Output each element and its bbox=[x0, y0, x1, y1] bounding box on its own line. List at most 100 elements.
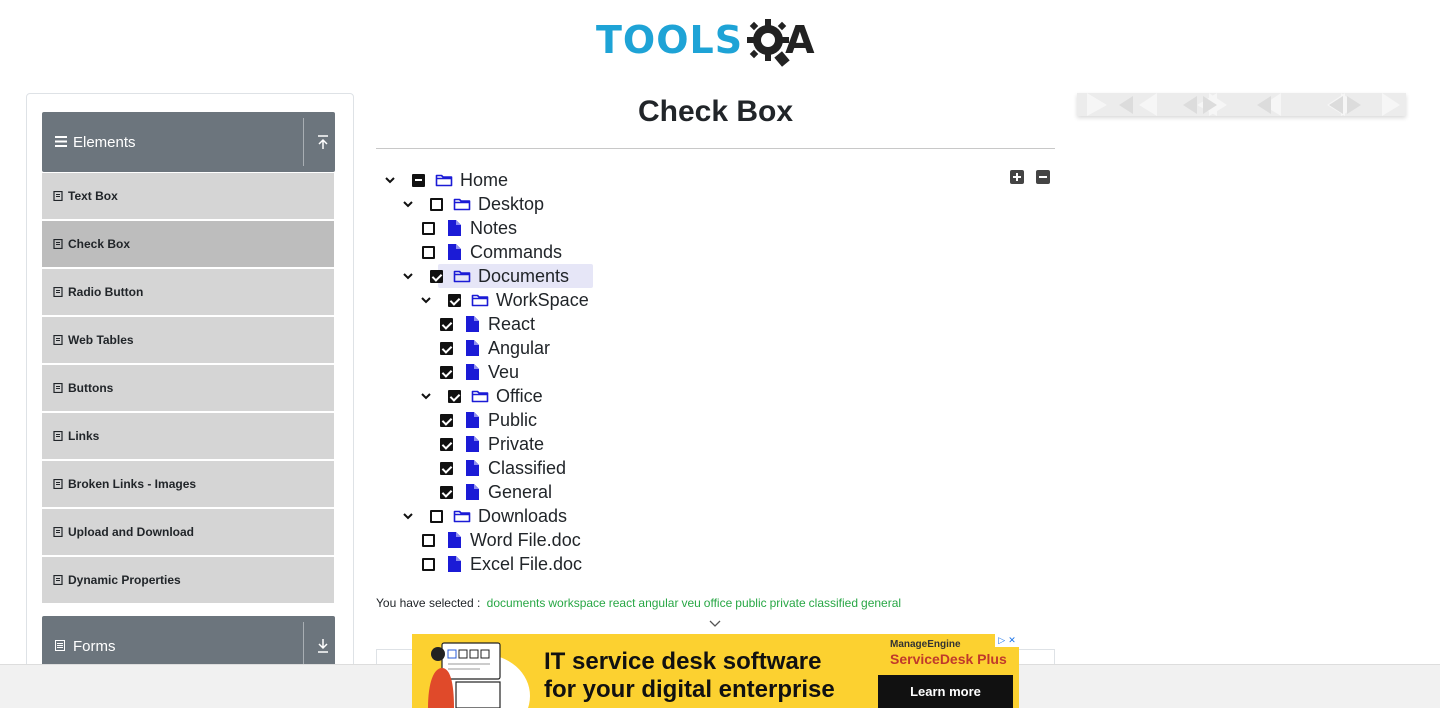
collapse-arrow-icon[interactable] bbox=[315, 132, 331, 152]
tree-node-notes: Notes bbox=[422, 216, 517, 240]
tree-node-veu: Veu bbox=[440, 360, 519, 384]
tree-checkbox[interactable] bbox=[440, 341, 453, 355]
collapse-all-button[interactable] bbox=[1036, 170, 1050, 184]
chevron-down-icon[interactable] bbox=[382, 172, 398, 188]
expand-all-button[interactable] bbox=[1010, 170, 1024, 184]
list-item-icon bbox=[53, 239, 63, 249]
list-item-icon bbox=[53, 431, 63, 441]
ad-close-icon[interactable]: ✕ bbox=[1008, 635, 1016, 646]
chevron-down-icon[interactable] bbox=[418, 388, 434, 404]
file-icon bbox=[445, 219, 463, 237]
tree-node-home: Home bbox=[382, 168, 508, 192]
chevron-down-icon[interactable] bbox=[400, 196, 416, 212]
result-label: You have selected : bbox=[376, 596, 481, 610]
tree-node-label[interactable]: Documents bbox=[478, 266, 569, 287]
ad-strip-pattern bbox=[1087, 93, 1400, 116]
sidebar-item-check-box[interactable]: Check Box bbox=[42, 221, 334, 267]
sidebar-item-web-tables[interactable]: Web Tables bbox=[42, 317, 334, 363]
tree-node-label[interactable]: General bbox=[488, 482, 552, 503]
list-item-icon bbox=[53, 479, 63, 489]
tree-node-label[interactable]: Classified bbox=[488, 458, 566, 479]
tree-node-public: Public bbox=[440, 408, 537, 432]
tree-checkbox[interactable] bbox=[422, 245, 435, 259]
tree-node-excel-file-doc: Excel File.doc bbox=[422, 552, 582, 576]
sidebar-item-buttons[interactable]: Buttons bbox=[42, 365, 334, 411]
tree-checkbox[interactable] bbox=[422, 557, 435, 571]
file-icon bbox=[463, 435, 481, 453]
sidebar-item-text-box[interactable]: Text Box bbox=[42, 173, 334, 219]
tree-checkbox[interactable] bbox=[440, 485, 453, 499]
tree-node-label[interactable]: Commands bbox=[470, 242, 562, 263]
tree-checkbox[interactable] bbox=[422, 533, 435, 547]
tree-node-general: General bbox=[440, 480, 552, 504]
selected-item: general bbox=[861, 596, 902, 610]
logo-text: TOOLS bbox=[596, 18, 744, 62]
tree-node-label[interactable]: Excel File.doc bbox=[470, 554, 582, 575]
sidebar: Elements Text Box Check Box Radio Button We… bbox=[26, 93, 354, 708]
banner-brand-product: ServiceDesk Plus bbox=[890, 651, 1007, 667]
tree-node-label[interactable]: Angular bbox=[488, 338, 550, 359]
folder-icon bbox=[471, 291, 489, 309]
toolsqa-logo[interactable]: TOOLS A bbox=[596, 12, 815, 68]
sidebar-item-upload-and-download[interactable]: Upload and Download bbox=[42, 509, 334, 555]
file-icon bbox=[463, 339, 481, 357]
tree-node-label[interactable]: Office bbox=[496, 386, 543, 407]
sidebar-item-links[interactable]: Links bbox=[42, 413, 334, 459]
file-icon bbox=[463, 411, 481, 429]
tree-checkbox[interactable] bbox=[412, 173, 425, 187]
ad-strip bbox=[1077, 93, 1406, 116]
tree-checkbox[interactable] bbox=[440, 317, 453, 331]
tree-node-label[interactable]: Veu bbox=[488, 362, 519, 383]
tree-checkbox[interactable] bbox=[422, 221, 435, 235]
tree-node-label[interactable]: Desktop bbox=[478, 194, 544, 215]
expand-arrow-icon[interactable] bbox=[315, 636, 331, 656]
tree-checkbox[interactable] bbox=[440, 461, 453, 475]
tree-node-private: Private bbox=[440, 432, 544, 456]
banner-brand-company: ManageEngine bbox=[890, 639, 961, 650]
tree-node-commands: Commands bbox=[422, 240, 562, 264]
tree-checkbox[interactable] bbox=[440, 365, 453, 379]
sidebar-item-label: Buttons bbox=[68, 381, 114, 395]
sidebar-item-label: Broken Links - Images bbox=[68, 477, 197, 491]
tree-checkbox[interactable] bbox=[440, 413, 453, 427]
ad-info-icon[interactable]: ▷ bbox=[998, 635, 1005, 646]
list-item-icon bbox=[53, 335, 63, 345]
selected-item: office bbox=[703, 596, 733, 610]
file-icon bbox=[445, 243, 463, 261]
tree-node-label[interactable]: Downloads bbox=[478, 506, 567, 527]
ad-banner[interactable]: IT service desk software for your digita… bbox=[412, 634, 1019, 708]
sidebar-item-broken-links-images[interactable]: Broken Links - Images bbox=[42, 461, 334, 507]
tree-node-label[interactable]: Public bbox=[488, 410, 537, 431]
tree-node-label[interactable]: Word File.doc bbox=[470, 530, 581, 551]
group-label-elements: Elements bbox=[73, 133, 136, 151]
tree-node-label[interactable]: React bbox=[488, 314, 535, 335]
tree-checkbox[interactable] bbox=[448, 293, 461, 307]
tree-node-label[interactable]: Private bbox=[488, 434, 544, 455]
list-item-icon bbox=[53, 575, 63, 585]
learn-more-button[interactable]: Learn more bbox=[878, 675, 1013, 708]
group-header-elements[interactable]: Elements bbox=[42, 112, 335, 172]
ad-close-controls[interactable]: ▷ ✕ bbox=[995, 634, 1019, 647]
chevron-down-icon[interactable] bbox=[400, 268, 416, 284]
group-separator bbox=[303, 118, 304, 166]
file-icon bbox=[445, 555, 463, 573]
sidebar-item-label: Radio Button bbox=[68, 285, 144, 299]
tree-node-classified: Classified bbox=[440, 456, 566, 480]
tree-node-documents: Documents bbox=[400, 264, 569, 288]
tree-toolbar bbox=[1010, 170, 1050, 184]
tree-node-label[interactable]: WorkSpace bbox=[496, 290, 589, 311]
tree-node-label[interactable]: Home bbox=[460, 170, 508, 191]
sidebar-item-radio-button[interactable]: Radio Button bbox=[42, 269, 334, 315]
sidebar-item-dynamic-properties[interactable]: Dynamic Properties bbox=[42, 557, 334, 603]
chevron-down-icon[interactable] bbox=[400, 508, 416, 524]
tree-checkbox[interactable] bbox=[440, 437, 453, 451]
tree-checkbox[interactable] bbox=[430, 269, 443, 283]
tree-checkbox[interactable] bbox=[448, 389, 461, 403]
tree-checkbox[interactable] bbox=[430, 197, 443, 211]
tree-checkbox[interactable] bbox=[430, 509, 443, 523]
selected-item: public bbox=[735, 596, 767, 610]
chevron-down-icon[interactable] bbox=[418, 292, 434, 308]
tree-node-label[interactable]: Notes bbox=[470, 218, 517, 239]
file-icon bbox=[445, 531, 463, 549]
folder-icon bbox=[453, 195, 471, 213]
